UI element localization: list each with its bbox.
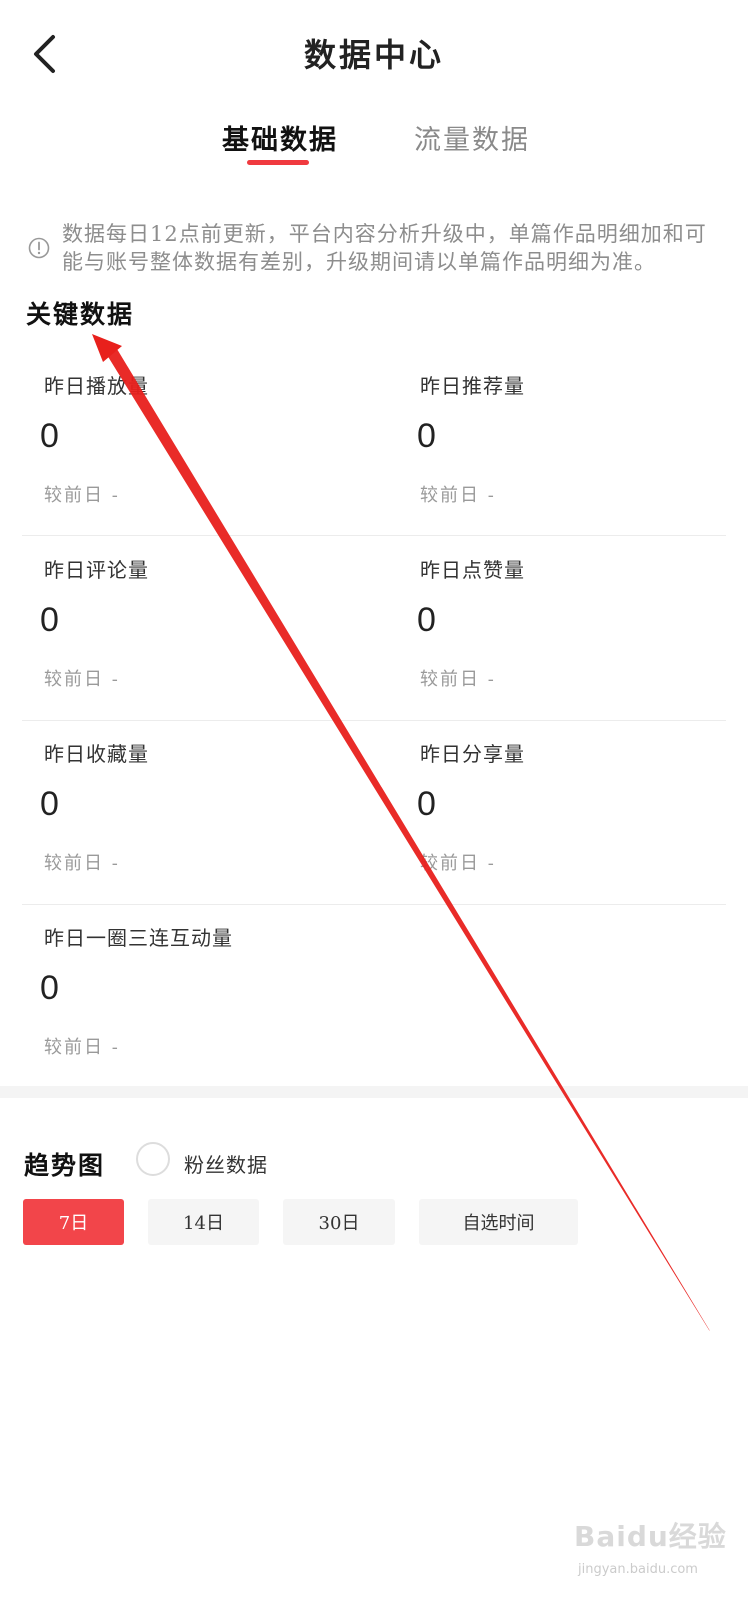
metric-recommend-label: 昨日推荐量 bbox=[420, 374, 525, 398]
trend-chart-title: 趋势图 bbox=[24, 1151, 106, 1180]
fans-data-label[interactable]: 粉丝数据 bbox=[184, 1149, 268, 1178]
metric-interaction-compare: 较前日 - bbox=[44, 1037, 120, 1058]
metric-share-label: 昨日分享量 bbox=[420, 742, 525, 766]
range-7-days-button[interactable]: 7日 bbox=[23, 1199, 124, 1245]
tab-basic-data[interactable]: 基础数据 bbox=[222, 118, 338, 157]
metric-favorite-value: 0 bbox=[40, 785, 59, 823]
active-tab-indicator bbox=[247, 160, 309, 165]
tab-traffic-data[interactable]: 流量数据 bbox=[414, 118, 530, 157]
metric-interaction-label: 昨日一圈三连互动量 bbox=[44, 926, 233, 950]
metric-recommend-value: 0 bbox=[417, 417, 436, 455]
metric-play-label: 昨日播放量 bbox=[44, 374, 149, 398]
key-data-title: 关键数据 bbox=[26, 300, 135, 329]
metric-favorite-label: 昨日收藏量 bbox=[44, 742, 149, 766]
metric-like-value: 0 bbox=[417, 601, 436, 639]
metric-like-label: 昨日点赞量 bbox=[420, 558, 525, 582]
page-title: 数据中心 bbox=[303, 36, 444, 74]
metric-play-value: 0 bbox=[40, 417, 59, 455]
row-divider bbox=[22, 535, 726, 536]
row-divider bbox=[22, 904, 726, 905]
metric-comment-value: 0 bbox=[40, 601, 59, 639]
range-custom-button[interactable]: 自选时间 bbox=[419, 1199, 578, 1245]
range-30-days-button[interactable]: 30日 bbox=[283, 1199, 395, 1245]
watermark-url: jingyan.baidu.com bbox=[578, 1562, 698, 1577]
baidu-watermark: Baidu经验 bbox=[574, 1520, 727, 1553]
metric-favorite-compare: 较前日 - bbox=[44, 853, 120, 874]
metric-share-compare: 较前日 - bbox=[420, 853, 496, 874]
metric-interaction-value: 0 bbox=[40, 969, 59, 1007]
metric-comment-compare: 较前日 - bbox=[44, 669, 120, 690]
update-notice: 数据每日12点前更新，平台内容分析升级中，单篇作品明细加和可能与账号整体数据有差… bbox=[62, 222, 707, 274]
metric-share-value: 0 bbox=[417, 785, 436, 823]
metric-like-compare: 较前日 - bbox=[420, 669, 496, 690]
info-circle-icon bbox=[28, 237, 50, 259]
section-separator bbox=[0, 1086, 748, 1098]
row-divider bbox=[22, 720, 726, 721]
metric-play-compare: 较前日 - bbox=[44, 485, 120, 506]
range-14-days-button[interactable]: 14日 bbox=[148, 1199, 259, 1245]
metric-comment-label: 昨日评论量 bbox=[44, 558, 149, 582]
fans-data-radio[interactable] bbox=[136, 1142, 170, 1176]
metric-recommend-compare: 较前日 - bbox=[420, 485, 496, 506]
